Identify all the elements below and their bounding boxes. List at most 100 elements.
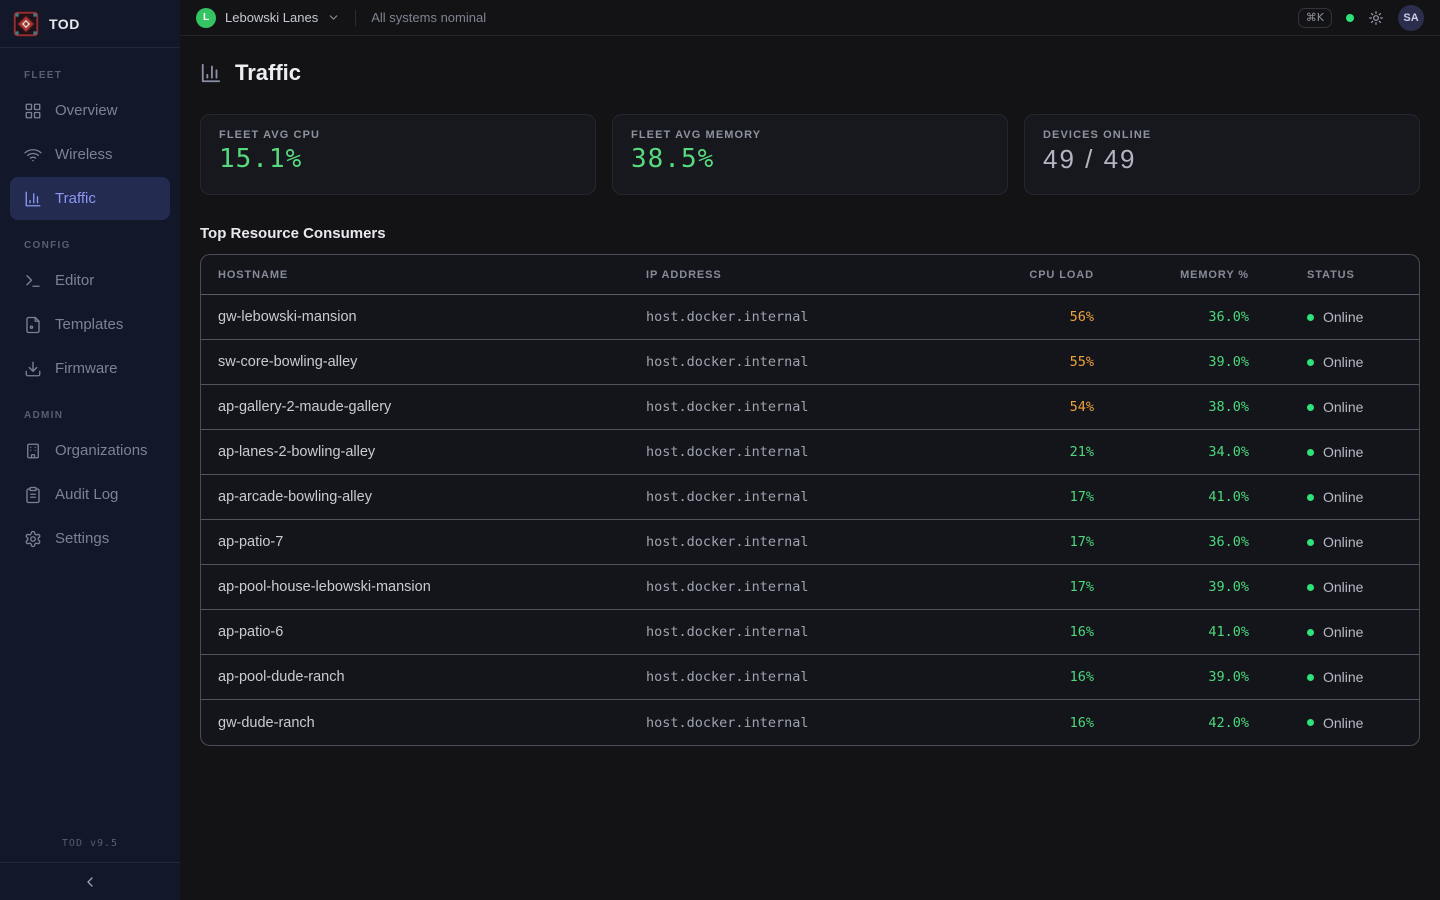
table-row[interactable]: ap-pool-dude-ranchhost.docker.internal16… [201,655,1419,700]
memory-cell: 36.0% [1094,534,1249,550]
org-name: Lebowski Lanes [225,10,318,25]
status-label: Online [1323,579,1363,595]
status-label: Online [1323,669,1363,685]
system-status-text: All systems nominal [371,10,486,25]
page-content: Traffic FLEET AVG CPU15.1%FLEET AVG MEMO… [180,36,1440,746]
table-section-title: Top Resource Consumers [200,225,1420,242]
online-status-dot [1307,404,1314,411]
table-row[interactable]: ap-arcade-bowling-alleyhost.docker.inter… [201,475,1419,520]
hostname-cell: gw-lebowski-mansion [201,309,646,325]
gear-icon [24,530,42,548]
stats-row: FLEET AVG CPU15.1%FLEET AVG MEMORY38.5%D… [200,114,1420,195]
sidebar-item-organizations[interactable]: Organizations [10,429,170,472]
app-logo-icon [13,11,39,37]
sidebar-item-label: Audit Log [55,486,118,503]
column-header-cpu-load: CPU LOAD [944,269,1094,281]
status-cell: Online [1249,715,1419,731]
topbar-right: ⌘K SA [1298,5,1424,31]
status-cell: Online [1249,444,1419,460]
table-row[interactable]: sw-core-bowling-alleyhost.docker.interna… [201,340,1419,385]
ip-address-cell: host.docker.internal [646,669,944,685]
sidebar-nav: FLEETOverviewWirelessTrafficCONFIGEditor… [0,48,180,838]
memory-cell: 41.0% [1094,489,1249,505]
file-icon [24,316,42,334]
cpu-load-cell: 17% [944,579,1094,595]
memory-cell: 42.0% [1094,715,1249,731]
hostname-cell: ap-gallery-2-maude-gallery [201,399,646,415]
online-status-dot [1307,314,1314,321]
sidebar-item-settings[interactable]: Settings [10,517,170,560]
cpu-load-cell: 16% [944,669,1094,685]
table-row[interactable]: ap-patio-7host.docker.internal17%36.0%On… [201,520,1419,565]
table-row[interactable]: ap-gallery-2-maude-galleryhost.docker.in… [201,385,1419,430]
theme-toggle-button[interactable] [1368,10,1384,26]
hostname-cell: ap-arcade-bowling-alley [201,489,646,505]
hostname-cell: ap-patio-6 [201,624,646,640]
command-palette-shortcut[interactable]: ⌘K [1298,8,1332,28]
stat-label: DEVICES ONLINE [1043,129,1401,141]
column-header-status: STATUS [1249,269,1419,281]
bar-chart-icon [200,62,222,84]
org-avatar: L [196,8,216,28]
nav-section-label-config: CONFIG [0,240,180,251]
stat-value: 15.1% [219,144,577,174]
column-header-ip-address: IP ADDRESS [646,269,944,281]
status-cell: Online [1249,669,1419,685]
cpu-load-cell: 21% [944,444,1094,460]
status-cell: Online [1249,309,1419,325]
table-row[interactable]: ap-patio-6host.docker.internal16%41.0%On… [201,610,1419,655]
app-name: TOD [49,16,80,32]
column-header-hostname: HOSTNAME [201,269,646,281]
ip-address-cell: host.docker.internal [646,489,944,505]
table-row[interactable]: gw-lebowski-mansionhost.docker.internal5… [201,295,1419,340]
table-row[interactable]: ap-pool-house-lebowski-mansionhost.docke… [201,565,1419,610]
sidebar-header: TOD [0,0,180,48]
user-avatar[interactable]: SA [1398,5,1424,31]
page-title: Traffic [235,60,301,86]
table-row[interactable]: ap-lanes-2-bowling-alleyhost.docker.inte… [201,430,1419,475]
resource-table: HOSTNAMEIP ADDRESSCPU LOADMEMORY %STATUS… [200,254,1420,746]
grid-icon [24,102,42,120]
status-label: Online [1323,624,1363,640]
download-icon [24,360,42,378]
sidebar-item-editor[interactable]: Editor [10,259,170,302]
sidebar-item-label: Organizations [55,442,148,459]
bar-chart-icon [24,190,42,208]
sidebar-item-label: Templates [55,316,123,333]
nav-section-label-admin: ADMIN [0,410,180,421]
sidebar-item-overview[interactable]: Overview [10,89,170,132]
status-label: Online [1323,534,1363,550]
sidebar-item-audit-log[interactable]: Audit Log [10,473,170,516]
sidebar-item-traffic[interactable]: Traffic [10,177,170,220]
app-version: TOD v9.5 [0,838,180,849]
stat-card-devices-online: DEVICES ONLINE49 / 49 [1024,114,1420,195]
sidebar: TOD FLEETOverviewWirelessTrafficCONFIGEd… [0,0,180,900]
topbar: L Lebowski Lanes All systems nominal ⌘K … [180,0,1440,36]
main-area: L Lebowski Lanes All systems nominal ⌘K … [180,0,1440,900]
org-selector[interactable]: L Lebowski Lanes [196,8,340,28]
stat-label: FLEET AVG CPU [219,129,577,141]
hostname-cell: ap-lanes-2-bowling-alley [201,444,646,460]
ip-address-cell: host.docker.internal [646,354,944,370]
sidebar-collapse-button[interactable] [0,862,180,900]
stat-value: 38.5% [631,144,989,174]
cpu-load-cell: 17% [944,534,1094,550]
online-status-dot [1307,539,1314,546]
cpu-load-cell: 56% [944,309,1094,325]
sidebar-item-label: Wireless [55,146,113,163]
status-label: Online [1323,715,1363,731]
sidebar-item-wireless[interactable]: Wireless [10,133,170,176]
terminal-icon [24,272,42,290]
wifi-icon [24,146,42,164]
ip-address-cell: host.docker.internal [646,715,944,731]
memory-cell: 36.0% [1094,309,1249,325]
table-row[interactable]: gw-dude-ranchhost.docker.internal16%42.0… [201,700,1419,745]
page-title-row: Traffic [200,60,1420,86]
hostname-cell: gw-dude-ranch [201,715,646,731]
ip-address-cell: host.docker.internal [646,624,944,640]
cpu-load-cell: 55% [944,354,1094,370]
stat-card-fleet-avg-cpu: FLEET AVG CPU 15.1% [200,114,596,195]
clipboard-icon [24,486,42,504]
sidebar-item-templates[interactable]: Templates [10,303,170,346]
sidebar-item-firmware[interactable]: Firmware [10,347,170,390]
